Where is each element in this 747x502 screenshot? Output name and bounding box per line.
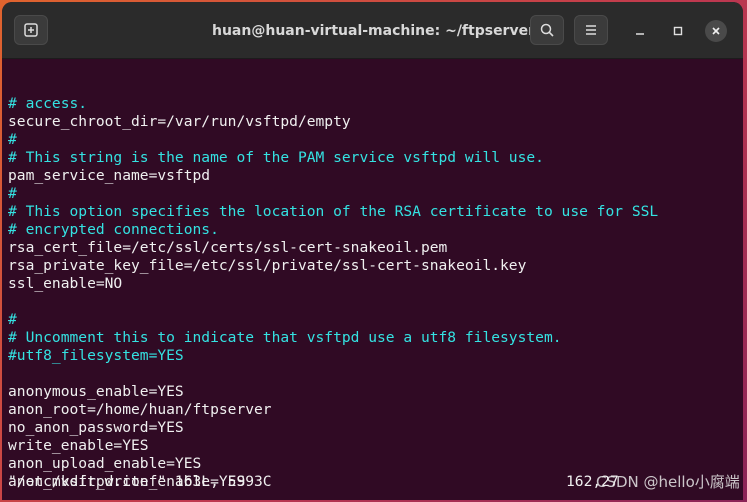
editor-line: no_anon_password=YES [8,419,184,436]
menu-button[interactable] [574,15,608,45]
editor-line: # This string is the name of the PAM ser… [8,149,544,166]
close-button[interactable] [705,20,727,42]
editor-line: anon_root=/home/huan/ftpserver [8,401,272,418]
editor-lines: # access. secure_chroot_dir=/var/run/vsft… [8,95,743,491]
maximize-button[interactable] [667,20,689,42]
editor-line: rsa_cert_file=/etc/ssl/certs/ssl-cert-sn… [8,239,448,256]
editor-line: #utf8_filesystem=YES [8,347,184,364]
hamburger-menu-icon [586,25,596,35]
editor-line: # [8,131,17,148]
terminal-content[interactable]: # access. secure_chroot_dir=/var/run/vsft… [2,59,743,500]
editor-line: write_enable=YES [8,437,149,454]
close-icon [712,27,720,35]
editor-line: anon_upload_enable=YES [8,455,202,472]
editor-line: ssl_enable=NO [8,275,123,292]
editor-line: rsa_private_key_file=/etc/ssl/private/ss… [8,257,527,274]
new-tab-button[interactable] [14,15,48,45]
editor-line: # Uncomment this to indicate that vsftpd… [8,329,562,346]
title-bar: huan@huan-virtual-machine: ~/ftpserver [2,2,743,59]
terminal-window: huan@huan-virtual-machine: ~/ftpserver #… [2,2,743,500]
search-button[interactable] [530,15,564,45]
maximize-icon [673,26,683,36]
new-tab-icon [24,23,38,37]
editor-line: # [8,311,17,328]
watermark: CSDN @hello小腐端 [596,473,740,491]
editor-line: # [8,185,17,202]
minimize-icon [636,33,644,35]
window-title: huan@huan-virtual-machine: ~/ftpserver [212,23,535,39]
status-line: "/etc/vsftpd.conf" 163L, 5993C [8,473,272,490]
editor-line: # access. [8,95,88,112]
editor-line: # encrypted connections. [8,221,219,238]
search-icon [540,23,554,37]
editor-line: # This option specifies the location of … [8,203,659,220]
editor-line: anonymous_enable=YES [8,383,184,400]
minimize-button[interactable] [629,20,651,42]
editor-line: pam_service_name=vsftpd [8,167,211,184]
editor-line: secure_chroot_dir=/var/run/vsftpd/empty [8,113,351,130]
